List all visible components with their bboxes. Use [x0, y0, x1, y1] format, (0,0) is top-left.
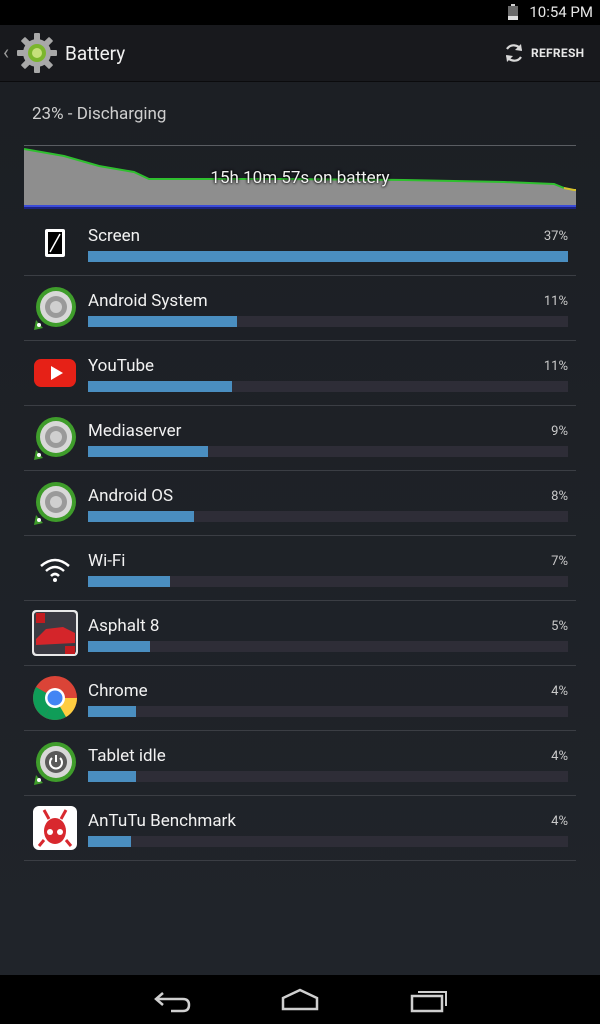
- back-icon[interactable]: [147, 985, 197, 1015]
- usage-bar-fill: [88, 576, 170, 587]
- usage-name: AnTuTu Benchmark: [88, 811, 236, 831]
- usage-name: YouTube: [88, 356, 155, 376]
- usage-bar-fill: [88, 706, 136, 717]
- usage-name: Screen: [88, 226, 141, 246]
- usage-bar-fill: [88, 771, 136, 782]
- usage-bar-track: [88, 446, 568, 457]
- usage-name: Wi-Fi: [88, 551, 126, 571]
- usage-bar-fill: [88, 511, 194, 522]
- refresh-button[interactable]: REFRESH: [502, 35, 594, 71]
- usage-percent: 5%: [551, 619, 568, 634]
- usage-name: Android System: [88, 291, 208, 311]
- usage-row-android-os[interactable]: Android OS 8%: [24, 471, 576, 536]
- navigation-bar: [0, 975, 600, 1024]
- usage-row-android-system[interactable]: Android System 11%: [24, 276, 576, 341]
- usage-bar-fill: [88, 251, 568, 262]
- usage-row-mediaserver[interactable]: Mediaserver 9%: [24, 406, 576, 471]
- wifi-icon: [40, 558, 70, 582]
- usage-row-wifi[interactable]: Wi-Fi 7%: [24, 536, 576, 601]
- usage-bar-track: [88, 381, 568, 392]
- usage-percent: 8%: [551, 489, 568, 504]
- refresh-label: REFRESH: [531, 46, 585, 60]
- usage-percent: 4%: [551, 684, 568, 699]
- usage-row-chrome[interactable]: Chrome 4%: [24, 666, 576, 731]
- usage-percent: 11%: [543, 359, 568, 374]
- usage-bar-fill: [88, 641, 151, 652]
- battery-duration-text: 15h 10m 57s on battery: [210, 168, 390, 188]
- usage-bar-fill: [88, 446, 208, 457]
- recent-apps-icon[interactable]: [404, 985, 454, 1015]
- status-clock: 10:54 PM: [529, 3, 593, 21]
- usage-name: Mediaserver: [88, 421, 182, 441]
- screen-icon: [45, 229, 65, 257]
- action-bar: ‹ Battery REFRESH: [0, 25, 600, 82]
- status-bar: 10:54 PM: [0, 0, 600, 25]
- usage-percent: 9%: [551, 424, 568, 439]
- battery-status-text: 23% - Discharging: [32, 104, 167, 124]
- usage-bar-track: [88, 511, 568, 522]
- usage-name: Chrome: [88, 681, 148, 701]
- settings-gear-icon[interactable]: [14, 30, 60, 76]
- usage-bar-track: [88, 771, 568, 782]
- usage-percent: 7%: [551, 554, 568, 569]
- usage-row-tablet-idle[interactable]: Tablet idle 4%: [24, 731, 576, 796]
- usage-bar-track: [88, 706, 568, 717]
- battery-graph-baseline-dark: [24, 207, 576, 209]
- chrome-icon: [33, 676, 77, 720]
- usage-name: Asphalt 8: [88, 616, 160, 636]
- youtube-icon: [34, 359, 76, 387]
- usage-percent: 4%: [551, 814, 568, 829]
- battery-icon: [508, 4, 518, 20]
- asphalt-8-icon: [32, 610, 78, 656]
- battery-history-graph[interactable]: 15h 10m 57s on battery: [24, 145, 576, 210]
- usage-name: Tablet idle: [88, 746, 166, 766]
- usage-row-youtube[interactable]: YouTube 11%: [24, 341, 576, 406]
- usage-bar-track: [88, 251, 568, 262]
- android-system-icon: [34, 287, 76, 330]
- android-os-icon: [34, 482, 76, 525]
- usage-bar-track: [88, 576, 568, 587]
- mediaserver-icon: [34, 417, 76, 460]
- usage-percent: 11%: [543, 294, 568, 309]
- usage-name: Android OS: [88, 486, 174, 506]
- usage-bar-fill: [88, 316, 237, 327]
- usage-bar-fill: [88, 836, 132, 847]
- battery-usage-list: Screen 37% Android System 11% YouTube 11…: [24, 211, 576, 861]
- page-title: Battery: [65, 42, 126, 65]
- tablet-idle-icon: [34, 742, 76, 785]
- usage-row-asphalt-8[interactable]: Asphalt 8 5%: [24, 601, 576, 666]
- usage-bar-track: [88, 641, 568, 652]
- usage-bar-track: [88, 316, 568, 327]
- usage-row-screen[interactable]: Screen 37%: [24, 211, 576, 276]
- usage-percent: 4%: [551, 749, 568, 764]
- battery-content: 23% - Discharging 15h 10m 57s on battery…: [0, 82, 600, 975]
- refresh-icon: [506, 44, 522, 62]
- home-icon[interactable]: [275, 985, 325, 1015]
- antutu-icon: [33, 806, 77, 850]
- usage-bar-fill: [88, 381, 232, 392]
- usage-bar-track: [88, 836, 568, 847]
- usage-percent: 37%: [543, 229, 568, 244]
- battery-graph-baseline: [24, 205, 576, 207]
- usage-row-antutu[interactable]: AnTuTu Benchmark 4%: [24, 796, 576, 861]
- up-caret-icon[interactable]: ‹: [3, 40, 9, 64]
